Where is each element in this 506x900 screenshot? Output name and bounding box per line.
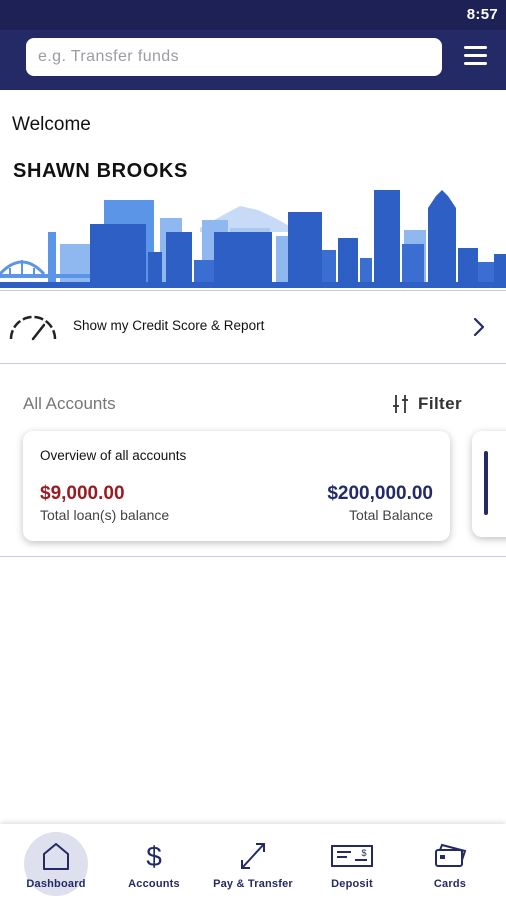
nav-item-dashboard[interactable]: Dashboard [6,824,106,900]
dollar-icon: $ [146,841,162,872]
loan-balance-label: Total loan(s) balance [40,507,170,523]
nav-label-cards: Cards [433,878,467,890]
next-account-card[interactable] [472,431,506,537]
hamburger-menu-icon[interactable] [464,46,488,68]
sliders-icon [393,395,409,413]
credit-score-label: Show my Credit Score & Report [73,318,265,333]
nav-label-accounts: Accounts [128,878,180,890]
section-divider [0,556,506,557]
svg-text:$: $ [361,848,366,858]
app-header [0,30,506,90]
nav-label-pay-transfer: Pay & Transfer [213,878,293,890]
status-bar: 8:57 [0,0,506,30]
nav-label-deposit: Deposit [331,878,373,890]
cards-icon [435,843,467,867]
welcome-greeting: Welcome [12,114,91,135]
city-skyline-illustration [0,190,506,288]
credit-score-row[interactable]: Show my Credit Score & Report [0,290,506,364]
filter-button[interactable]: Filter [392,392,462,416]
filter-label: Filter [418,394,462,413]
overview-card-title: Overview of all accounts [40,448,187,463]
app-root: 8:57 Welcome SHAWN BROOKS [0,0,506,900]
transfer-arrows-icon [241,843,265,869]
nav-item-deposit[interactable]: $ Deposit [302,824,402,900]
nav-item-pay-transfer[interactable]: Pay & Transfer [203,824,303,900]
loan-balance-amount: $9,000.00 [40,483,125,504]
svg-text:$: $ [146,841,162,872]
home-icon [43,843,69,870]
nav-item-cards[interactable]: Cards [400,824,500,900]
card-accent-bar [484,451,488,515]
total-balance-label: Total Balance [348,507,433,523]
status-time: 8:57 [466,6,498,23]
check-icon: $ [331,845,373,867]
chevron-right-icon [473,317,485,337]
accounts-section-title: All Accounts [23,394,116,413]
accounts-overview-card[interactable]: Overview of all accounts $9,000.00 Total… [23,431,450,541]
total-balance-amount: $200,000.00 [327,483,433,504]
search-input[interactable] [26,38,442,76]
nav-item-accounts[interactable]: $ Accounts [104,824,204,900]
bottom-navigation: Dashboard $ Accounts Pay & Transfer $ De… [0,824,506,900]
nav-label-dashboard: Dashboard [26,878,86,890]
gauge-icon [9,315,57,341]
user-name: SHAWN BROOKS [13,160,188,182]
